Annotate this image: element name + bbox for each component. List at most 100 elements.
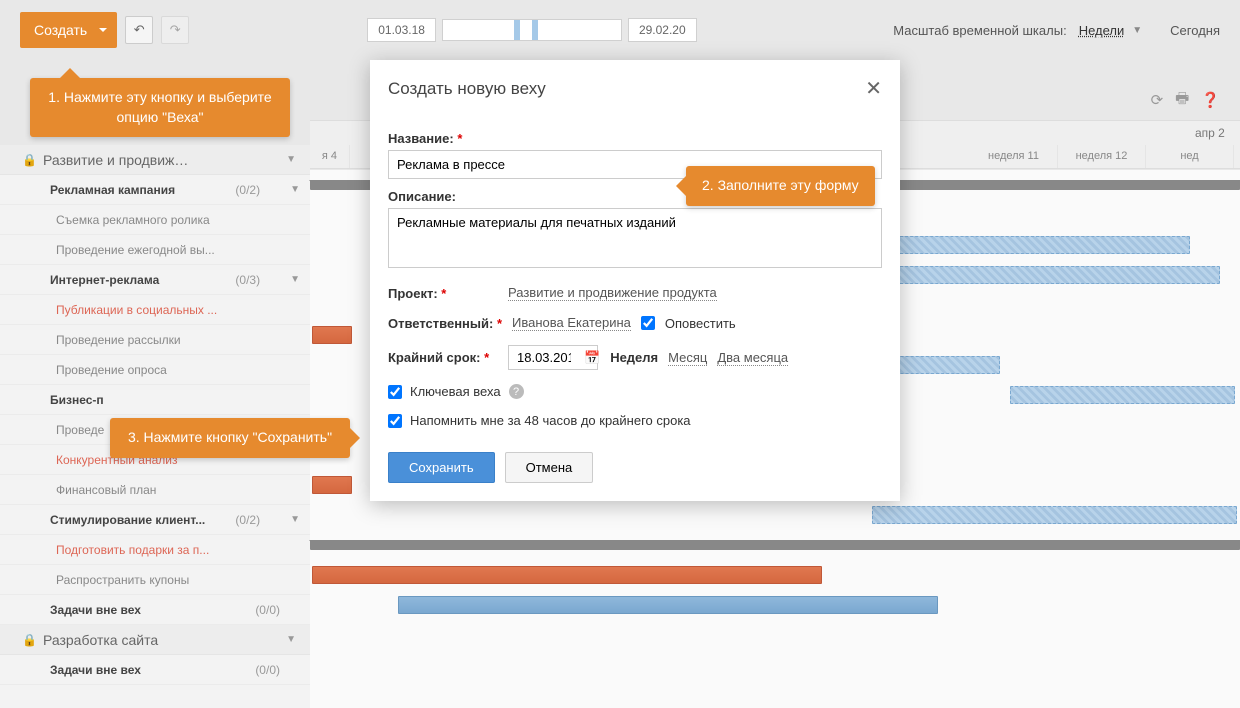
description-textarea[interactable]: Рекламные материалы для печатных изданий (388, 208, 882, 268)
timeline-range: 01.03.18 29.02.20 (367, 18, 696, 42)
task-count: (0/3) (235, 273, 260, 287)
lock-icon: 🔒 (22, 633, 37, 647)
preset-two-months[interactable]: Два месяца (717, 350, 788, 366)
chevron-down-icon[interactable]: ▼ (290, 274, 300, 285)
redo-button: ↷ (161, 16, 189, 44)
range-slider[interactable] (442, 19, 622, 41)
scale-value[interactable]: Недели (1079, 23, 1125, 38)
help-icon[interactable]: ? (509, 384, 524, 399)
create-button[interactable]: Создать (20, 12, 117, 48)
deadline-label: Крайний срок: * (388, 350, 498, 365)
undo-button[interactable]: ↶ (125, 16, 153, 44)
refresh-icon[interactable]: ⟳ (1151, 91, 1164, 109)
key-milestone-checkbox[interactable] (388, 385, 402, 399)
cancel-button[interactable]: Отмена (505, 452, 594, 483)
chevron-down-icon[interactable]: ▼ (290, 514, 300, 525)
help-icon[interactable]: ❓ (1201, 91, 1220, 109)
milestone-name: Задачи вне вех (50, 603, 141, 617)
task-bar[interactable] (1010, 386, 1235, 404)
project-value[interactable]: Развитие и продвижение продукта (508, 285, 717, 301)
milestone-row[interactable]: Задачи вне вех (0/0) (0, 595, 310, 625)
task-count: (0/0) (255, 603, 280, 617)
callout-step-2: 2. Заполните эту форму (686, 166, 875, 206)
notify-label: Оповестить (665, 316, 736, 331)
task-bar[interactable] (312, 476, 352, 494)
task-row[interactable]: Публикации в социальных ... (0, 295, 310, 325)
notify-checkbox[interactable] (641, 316, 655, 330)
range-start-date[interactable]: 01.03.18 (367, 18, 436, 42)
callout-step-3: 3. Нажмите кнопку "Сохранить" (110, 418, 350, 458)
project-row[interactable]: 🔒 Развитие и продвиж… ▼ (0, 145, 310, 175)
preset-week[interactable]: Неделя (610, 350, 658, 365)
task-bar[interactable] (872, 506, 1237, 524)
task-row[interactable]: Съемка рекламного ролика (0, 205, 310, 235)
week-cell: нед (1146, 145, 1234, 168)
month-cell-apr: апр 2 (1190, 121, 1240, 145)
save-button[interactable]: Сохранить (388, 452, 495, 483)
task-name: Проведение рассылки (56, 333, 181, 347)
task-bar[interactable] (890, 266, 1220, 284)
milestone-name: Задачи вне вех (50, 663, 141, 677)
milestone-row[interactable]: Бизнес-п (0, 385, 310, 415)
print-icon[interactable]: 🖶 (1175, 88, 1189, 113)
slider-handle-right[interactable] (532, 20, 538, 40)
task-row[interactable]: Финансовый план (0, 475, 310, 505)
task-count: (0/2) (235, 513, 260, 527)
milestone-row[interactable]: Интернет-реклама (0/3) ▼ (0, 265, 310, 295)
task-row[interactable]: Распространить купоны (0, 565, 310, 595)
task-count: (0/2) (235, 183, 260, 197)
deadline-input[interactable] (508, 345, 598, 370)
task-bar[interactable] (312, 566, 822, 584)
task-row[interactable]: Подготовить подарки за п... (0, 535, 310, 565)
week-cell: неделя 12 (1058, 145, 1146, 168)
task-bar[interactable] (312, 326, 352, 344)
group-bar[interactable] (310, 540, 1240, 550)
milestone-name: Интернет-реклама (50, 273, 159, 287)
modal-header: Создать новую веху ✕ (370, 60, 900, 117)
chevron-down-icon: ▼ (1132, 25, 1142, 36)
project-name: Разработка сайта (43, 632, 158, 648)
close-icon[interactable]: ✕ (865, 76, 882, 101)
chevron-down-icon[interactable]: ▼ (286, 634, 296, 645)
task-name: Съемка рекламного ролика (56, 213, 210, 227)
remind-checkbox[interactable] (388, 414, 402, 428)
task-name: Проведе (56, 423, 104, 437)
task-bar[interactable] (398, 596, 938, 614)
milestone-name: Рекламная кампания (50, 183, 175, 197)
task-name: Подготовить подарки за п... (56, 543, 209, 557)
key-milestone-label: Ключевая веха (410, 384, 501, 399)
week-cell: я 4 (310, 145, 350, 168)
task-count: (0/0) (255, 663, 280, 677)
range-end-date[interactable]: 29.02.20 (628, 18, 697, 42)
week-cell: неделя 11 (970, 145, 1058, 168)
milestone-row[interactable]: Стимулирование клиент... (0/2) ▼ (0, 505, 310, 535)
remind-label: Напомнить мне за 48 часов до крайнего ср… (410, 413, 691, 428)
task-name: Проведение ежегодной вы... (56, 243, 215, 257)
preset-month[interactable]: Месяц (668, 350, 707, 366)
slider-handle-left[interactable] (514, 20, 520, 40)
project-name: Развитие и продвиж… (43, 152, 188, 168)
task-bar[interactable] (890, 236, 1190, 254)
chevron-down-icon[interactable]: ▼ (286, 154, 296, 165)
responsible-label: Ответственный: * (388, 316, 502, 331)
milestone-name: Стимулирование клиент... (50, 513, 205, 527)
callout-step-1: 1. Нажмите эту кнопку и выберите опцию "… (30, 78, 290, 137)
task-row[interactable]: Проведение ежегодной вы... (0, 235, 310, 265)
top-toolbar: Создать ↶ ↷ 01.03.18 29.02.20 Масштаб вр… (0, 0, 1240, 60)
create-milestone-modal: Создать новую веху ✕ Название: * Описани… (370, 60, 900, 501)
milestone-row[interactable]: Задачи вне вех (0/0) (0, 655, 310, 685)
project-row[interactable]: 🔒 Разработка сайта ▼ (0, 625, 310, 655)
task-name: Проведение опроса (56, 363, 167, 377)
chevron-down-icon[interactable]: ▼ (290, 184, 300, 195)
milestone-row[interactable]: Рекламная кампания (0/2) ▼ (0, 175, 310, 205)
project-label: Проект: * (388, 286, 498, 301)
scale-label: Масштаб временной шкалы: (893, 23, 1066, 38)
modal-title: Создать новую веху (388, 79, 546, 99)
name-label: Название: * (388, 131, 882, 146)
today-link[interactable]: Сегодня (1170, 23, 1220, 38)
responsible-value[interactable]: Иванова Екатерина (512, 315, 631, 331)
lock-icon: 🔒 (22, 153, 37, 167)
milestone-name: Бизнес-п (50, 393, 104, 407)
task-row[interactable]: Проведение рассылки (0, 325, 310, 355)
task-row[interactable]: Проведение опроса (0, 355, 310, 385)
